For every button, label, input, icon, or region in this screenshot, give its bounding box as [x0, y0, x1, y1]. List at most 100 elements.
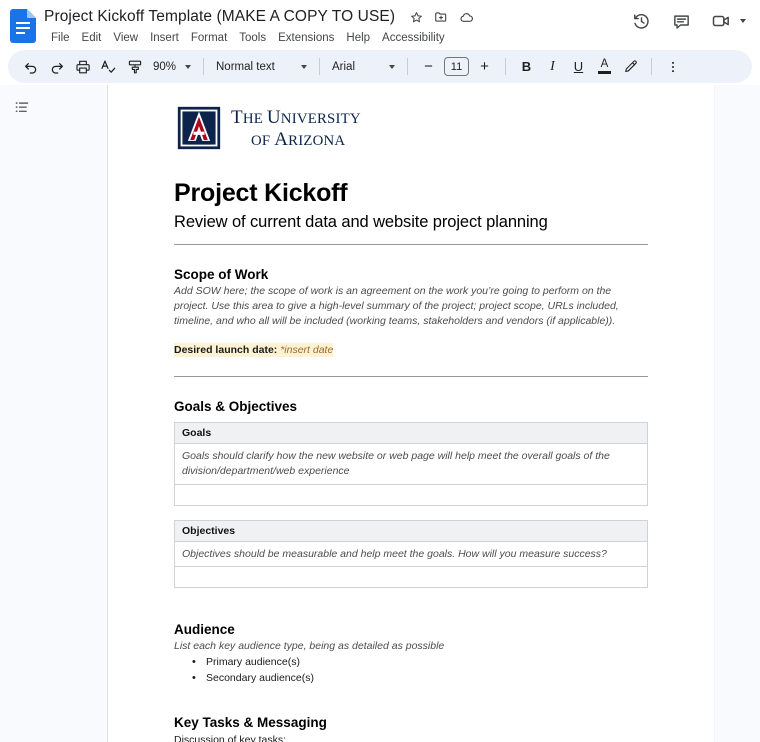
more-vertical-icon: [671, 61, 674, 72]
cloud-saved-icon[interactable]: [456, 7, 476, 27]
zoom-chevron-down-icon[interactable]: [185, 64, 191, 69]
table-row: Goals should clarify how the new website…: [174, 442, 648, 485]
highlight-color-button[interactable]: [618, 54, 643, 79]
paint-format-button[interactable]: [122, 54, 147, 79]
star-icon[interactable]: [406, 7, 426, 27]
highlighter-pen-icon: [625, 60, 637, 73]
bold-icon: B: [521, 59, 532, 74]
style-chevron-down-icon[interactable]: [301, 64, 307, 69]
title-icon-group: [406, 7, 476, 27]
underline-button[interactable]: U: [566, 54, 591, 79]
heading-goals-and-objectives: Goals & Objectives: [174, 398, 298, 414]
list-item[interactable]: Secondary audience(s): [192, 670, 648, 687]
toolbar-divider: [651, 58, 652, 75]
toolbar-divider: [407, 58, 408, 75]
text-color-button[interactable]: A: [592, 54, 617, 79]
wordmark-line-1: THE UNIVERSITY: [231, 106, 361, 128]
divider: [174, 375, 648, 377]
launch-date-highlight: Desired launch date: *insert date: [174, 342, 334, 358]
goals-table-body[interactable]: Goals should clarify how the new website…: [174, 442, 648, 485]
doc-subtitle: Review of current data and website proje…: [174, 213, 548, 231]
italic-icon: I: [550, 58, 555, 74]
menu-insert[interactable]: Insert: [144, 30, 185, 46]
goals-table: Goals Goals should clarify how the new w…: [174, 421, 648, 506]
divider: [174, 244, 648, 245]
menu-format[interactable]: Format: [185, 30, 233, 46]
top-bar: Project Kickoff Template (MAKE A COPY TO…: [0, 0, 760, 48]
minus-icon: −: [424, 58, 433, 75]
table-row: [174, 483, 648, 506]
goals-table-header: Goals: [174, 421, 648, 444]
menu-help[interactable]: Help: [340, 30, 376, 46]
zoom-select[interactable]: 90%: [148, 55, 180, 79]
meet-chevron-down-icon[interactable]: [740, 19, 746, 23]
spellcheck-button[interactable]: [96, 54, 121, 79]
toolbar-divider: [319, 58, 320, 75]
undo-button[interactable]: [18, 54, 43, 79]
italic-button[interactable]: I: [540, 54, 565, 79]
university-of-arizona-logo: THE UNIVERSITY OF ARIZONA: [176, 105, 648, 151]
objectives-table: Objectives Objectives should be measurab…: [174, 519, 648, 589]
zoom-value: 90%: [152, 60, 176, 73]
meet-camera-button[interactable]: [708, 8, 750, 34]
move-to-folder-icon[interactable]: [431, 7, 451, 27]
scope-of-work-body: Add SOW here; the scope of work is an ag…: [174, 285, 619, 327]
wordmark-line-2: OF ARIZONA: [251, 128, 346, 150]
underline-icon: U: [573, 59, 584, 74]
outline-rail: [0, 85, 108, 742]
font-chevron-down-icon[interactable]: [389, 64, 395, 69]
objectives-table-empty[interactable]: [174, 566, 648, 589]
text-color-letter: A: [600, 57, 609, 70]
objectives-table-body[interactable]: Objectives should be measurable and help…: [174, 540, 648, 568]
paragraph-style-select[interactable]: Normal text: [212, 55, 296, 79]
text-color-swatch: [598, 71, 611, 75]
doc-title-heading: Project Kickoff: [174, 179, 348, 207]
key-tasks-body: Discussion of key tasks:: [174, 734, 287, 742]
font-family-value: Arial: [332, 60, 356, 73]
audience-bullet-list: Primary audience(s) Secondary audience(s…: [174, 654, 648, 687]
menu-extensions[interactable]: Extensions: [272, 30, 340, 46]
heading-key-tasks-and-messaging: Key Tasks & Messaging: [174, 715, 327, 731]
desired-launch-date-line: Desired launch date: *insert date: [174, 329, 648, 358]
heading-audience: Audience: [174, 622, 235, 638]
launch-date-value[interactable]: *insert date: [280, 344, 333, 356]
redo-button[interactable]: [44, 54, 69, 79]
font-size-input[interactable]: 11: [444, 57, 469, 76]
meet-camera-icon[interactable]: [708, 8, 734, 34]
goals-table-empty[interactable]: [174, 483, 648, 506]
menu-file[interactable]: File: [45, 30, 76, 46]
table-row: Objectives: [174, 519, 648, 542]
version-history-icon[interactable]: [628, 8, 654, 34]
objectives-table-header: Objectives: [174, 519, 648, 542]
heading-scope-of-work: Scope of Work: [174, 267, 269, 282]
paragraph-style-value: Normal text: [216, 60, 275, 73]
university-wordmark: THE UNIVERSITY OF ARIZONA: [231, 108, 361, 149]
formatting-toolbar: 90% Normal text Arial − 11 + B I U A: [8, 50, 752, 83]
more-options-button[interactable]: [660, 54, 685, 79]
google-docs-icon[interactable]: [10, 9, 36, 43]
text-color-icon: A: [598, 57, 611, 75]
font-family-select[interactable]: Arial: [328, 55, 384, 79]
menu-view[interactable]: View: [107, 30, 144, 46]
audience-body: List each key audience type, being as de…: [174, 640, 445, 653]
document-title[interactable]: Project Kickoff Template (MAKE A COPY TO…: [44, 8, 395, 26]
menu-edit[interactable]: Edit: [76, 30, 108, 46]
list-item[interactable]: Primary audience(s): [192, 654, 648, 671]
menu-tools[interactable]: Tools: [233, 30, 272, 46]
document-outline-icon[interactable]: [8, 93, 36, 121]
comment-history-icon[interactable]: [668, 8, 694, 34]
toolbar-divider: [505, 58, 506, 75]
table-row: Goals: [174, 421, 648, 444]
bold-button[interactable]: B: [514, 54, 539, 79]
increase-font-size-button[interactable]: +: [472, 54, 497, 79]
launch-date-label: Desired launch date:: [174, 343, 278, 356]
document-page[interactable]: THE UNIVERSITY OF ARIZONA Project Kickof…: [108, 85, 714, 742]
toolbar-divider: [203, 58, 204, 75]
top-bar-actions: [628, 8, 750, 34]
menu-accessibility[interactable]: Accessibility: [376, 30, 451, 46]
print-button[interactable]: [70, 54, 95, 79]
table-row: Objectives should be measurable and help…: [174, 540, 648, 568]
decrease-font-size-button[interactable]: −: [416, 54, 441, 79]
editor-workspace: THE UNIVERSITY OF ARIZONA Project Kickof…: [0, 85, 760, 742]
